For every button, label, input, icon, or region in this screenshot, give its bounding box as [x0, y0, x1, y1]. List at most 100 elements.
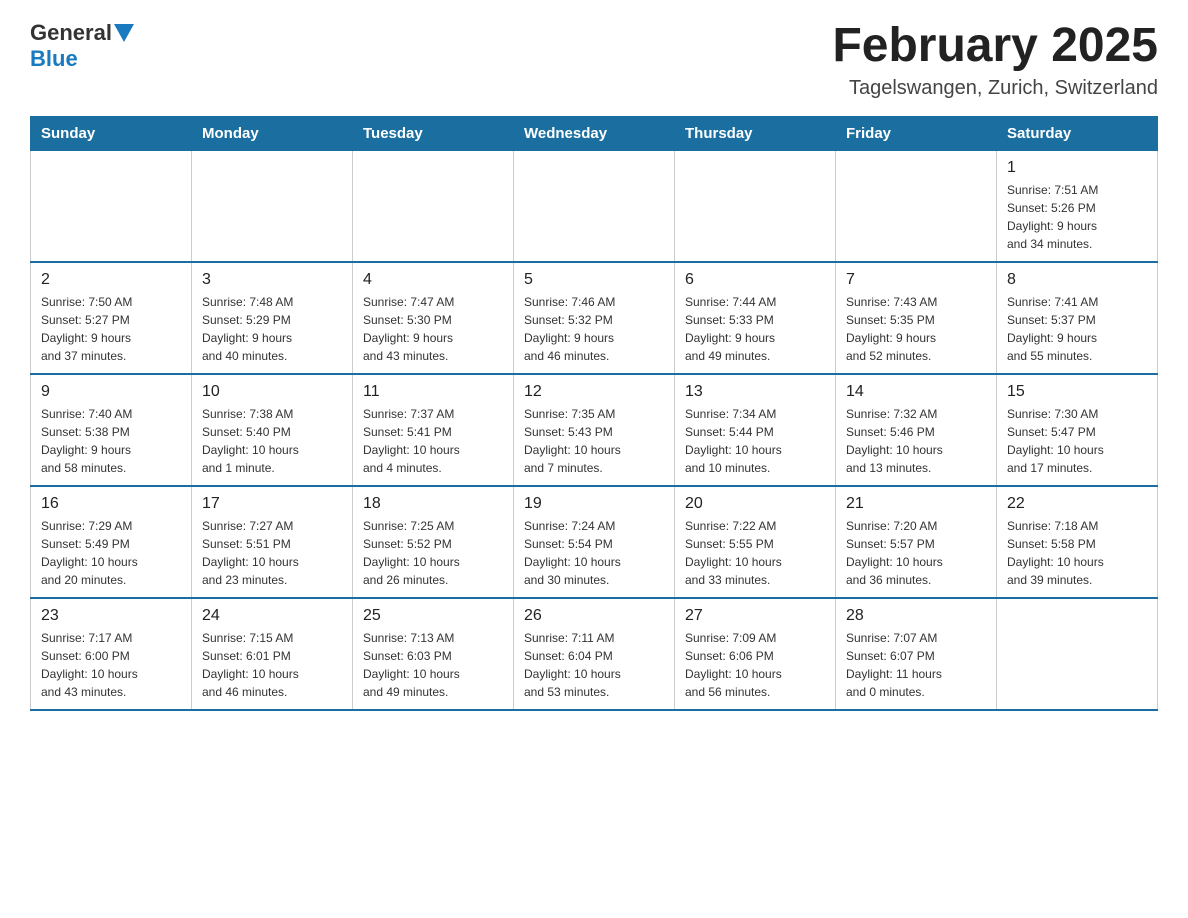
logo-blue: Blue [30, 46, 78, 71]
day-header-friday: Friday [836, 116, 997, 150]
calendar-week-row: 23 Sunrise: 7:17 AM Sunset: 6:00 PM Dayli… [31, 598, 1158, 710]
day-info: Sunrise: 7:29 AM Sunset: 5:49 PM Dayligh… [41, 517, 181, 589]
calendar-cell: 16 Sunrise: 7:29 AM Sunset: 5:49 PM Dayli… [31, 486, 192, 598]
day-info: Sunrise: 7:38 AM Sunset: 5:40 PM Dayligh… [202, 405, 342, 477]
calendar-cell: 12 Sunrise: 7:35 AM Sunset: 5:43 PM Dayli… [514, 374, 675, 486]
day-info: Sunrise: 7:48 AM Sunset: 5:29 PM Dayligh… [202, 293, 342, 365]
day-number: 18 [363, 495, 503, 513]
day-info: Sunrise: 7:35 AM Sunset: 5:43 PM Dayligh… [524, 405, 664, 477]
calendar-cell: 24 Sunrise: 7:15 AM Sunset: 6:01 PM Dayli… [192, 598, 353, 710]
day-number: 17 [202, 495, 342, 513]
day-header-thursday: Thursday [675, 116, 836, 150]
day-header-wednesday: Wednesday [514, 116, 675, 150]
day-info: Sunrise: 7:18 AM Sunset: 5:58 PM Dayligh… [1007, 517, 1147, 589]
calendar-cell [514, 150, 675, 262]
calendar-cell: 11 Sunrise: 7:37 AM Sunset: 5:41 PM Dayli… [353, 374, 514, 486]
calendar-header: SundayMondayTuesdayWednesdayThursdayFrid… [31, 116, 1158, 150]
day-number: 22 [1007, 495, 1147, 513]
day-info: Sunrise: 7:24 AM Sunset: 5:54 PM Dayligh… [524, 517, 664, 589]
day-number: 8 [1007, 271, 1147, 289]
day-info: Sunrise: 7:37 AM Sunset: 5:41 PM Dayligh… [363, 405, 503, 477]
calendar-cell [31, 150, 192, 262]
title-section: February 2025 Tagelswangen, Zurich, Swit… [832, 20, 1158, 100]
calendar-cell: 9 Sunrise: 7:40 AM Sunset: 5:38 PM Daylig… [31, 374, 192, 486]
day-number: 3 [202, 271, 342, 289]
calendar-cell: 25 Sunrise: 7:13 AM Sunset: 6:03 PM Dayli… [353, 598, 514, 710]
day-info: Sunrise: 7:34 AM Sunset: 5:44 PM Dayligh… [685, 405, 825, 477]
calendar-cell: 22 Sunrise: 7:18 AM Sunset: 5:58 PM Dayli… [997, 486, 1158, 598]
day-number: 24 [202, 607, 342, 625]
calendar-cell [353, 150, 514, 262]
day-number: 26 [524, 607, 664, 625]
day-number: 15 [1007, 383, 1147, 401]
calendar-cell: 17Sunrise: 7:27 AM Sunset: 5:51 PM Dayli… [192, 486, 353, 598]
day-info: Sunrise: 7:44 AM Sunset: 5:33 PM Dayligh… [685, 293, 825, 365]
day-number: 9 [41, 383, 181, 401]
calendar-cell: 27 Sunrise: 7:09 AM Sunset: 6:06 PM Dayli… [675, 598, 836, 710]
day-info: Sunrise: 7:43 AM Sunset: 5:35 PM Dayligh… [846, 293, 986, 365]
logo-triangle-icon [114, 24, 134, 42]
day-info: Sunrise: 7:41 AM Sunset: 5:37 PM Dayligh… [1007, 293, 1147, 365]
calendar-cell: 20 Sunrise: 7:22 AM Sunset: 5:55 PM Dayli… [675, 486, 836, 598]
day-number: 5 [524, 271, 664, 289]
calendar-week-row: 1 Sunrise: 7:51 AM Sunset: 5:26 PM Daylig… [31, 150, 1158, 262]
day-number: 11 [363, 383, 503, 401]
calendar-cell: 7 Sunrise: 7:43 AM Sunset: 5:35 PM Daylig… [836, 262, 997, 374]
day-number: 28 [846, 607, 986, 625]
day-info: Sunrise: 7:13 AM Sunset: 6:03 PM Dayligh… [363, 629, 503, 701]
day-number: 23 [41, 607, 181, 625]
day-number: 6 [685, 271, 825, 289]
calendar-cell [675, 150, 836, 262]
day-info: Sunrise: 7:09 AM Sunset: 6:06 PM Dayligh… [685, 629, 825, 701]
day-info: Sunrise: 7:20 AM Sunset: 5:57 PM Dayligh… [846, 517, 986, 589]
day-info: Sunrise: 7:07 AM Sunset: 6:07 PM Dayligh… [846, 629, 986, 701]
day-info: Sunrise: 7:22 AM Sunset: 5:55 PM Dayligh… [685, 517, 825, 589]
calendar-cell [192, 150, 353, 262]
day-info: Sunrise: 7:40 AM Sunset: 5:38 PM Dayligh… [41, 405, 181, 477]
day-number: 20 [685, 495, 825, 513]
day-number: 16 [41, 495, 181, 513]
day-number: 4 [363, 271, 503, 289]
calendar-body: 1 Sunrise: 7:51 AM Sunset: 5:26 PM Daylig… [31, 150, 1158, 710]
day-info: Sunrise: 7:15 AM Sunset: 6:01 PM Dayligh… [202, 629, 342, 701]
logo-general: General [30, 20, 112, 46]
month-title: February 2025 [832, 20, 1158, 73]
day-info: Sunrise: 7:32 AM Sunset: 5:46 PM Dayligh… [846, 405, 986, 477]
calendar-cell [997, 598, 1158, 710]
logo: General Blue [30, 20, 136, 72]
calendar-cell: 4 Sunrise: 7:47 AM Sunset: 5:30 PM Daylig… [353, 262, 514, 374]
calendar-cell: 5Sunrise: 7:46 AM Sunset: 5:32 PM Daylig… [514, 262, 675, 374]
calendar-cell: 10 Sunrise: 7:38 AM Sunset: 5:40 PM Dayli… [192, 374, 353, 486]
calendar-cell: 3 Sunrise: 7:48 AM Sunset: 5:29 PM Daylig… [192, 262, 353, 374]
calendar-table: SundayMondayTuesdayWednesdayThursdayFrid… [30, 116, 1158, 711]
day-number: 14 [846, 383, 986, 401]
day-number: 7 [846, 271, 986, 289]
calendar-cell: 19Sunrise: 7:24 AM Sunset: 5:54 PM Dayli… [514, 486, 675, 598]
day-number: 1 [1007, 159, 1147, 177]
calendar-cell: 15Sunrise: 7:30 AM Sunset: 5:47 PM Dayli… [997, 374, 1158, 486]
day-number: 2 [41, 271, 181, 289]
day-number: 27 [685, 607, 825, 625]
calendar-cell: 28 Sunrise: 7:07 AM Sunset: 6:07 PM Dayli… [836, 598, 997, 710]
calendar-week-row: 2 Sunrise: 7:50 AM Sunset: 5:27 PM Daylig… [31, 262, 1158, 374]
day-number: 25 [363, 607, 503, 625]
day-number: 10 [202, 383, 342, 401]
day-info: Sunrise: 7:17 AM Sunset: 6:00 PM Dayligh… [41, 629, 181, 701]
day-number: 13 [685, 383, 825, 401]
calendar-cell: 2 Sunrise: 7:50 AM Sunset: 5:27 PM Daylig… [31, 262, 192, 374]
calendar-cell: 8 Sunrise: 7:41 AM Sunset: 5:37 PM Daylig… [997, 262, 1158, 374]
calendar-cell: 18 Sunrise: 7:25 AM Sunset: 5:52 PM Dayli… [353, 486, 514, 598]
days-of-week-row: SundayMondayTuesdayWednesdayThursdayFrid… [31, 116, 1158, 150]
day-info: Sunrise: 7:50 AM Sunset: 5:27 PM Dayligh… [41, 293, 181, 365]
day-info: Sunrise: 7:11 AM Sunset: 6:04 PM Dayligh… [524, 629, 664, 701]
day-header-monday: Monday [192, 116, 353, 150]
day-header-saturday: Saturday [997, 116, 1158, 150]
day-info: Sunrise: 7:25 AM Sunset: 5:52 PM Dayligh… [363, 517, 503, 589]
calendar-cell: 6 Sunrise: 7:44 AM Sunset: 5:33 PM Daylig… [675, 262, 836, 374]
calendar-cell: 1 Sunrise: 7:51 AM Sunset: 5:26 PM Daylig… [997, 150, 1158, 262]
day-info: Sunrise: 7:47 AM Sunset: 5:30 PM Dayligh… [363, 293, 503, 365]
day-number: 12 [524, 383, 664, 401]
day-info: Sunrise: 7:51 AM Sunset: 5:26 PM Dayligh… [1007, 181, 1147, 253]
day-header-sunday: Sunday [31, 116, 192, 150]
calendar-cell: 14 Sunrise: 7:32 AM Sunset: 5:46 PM Dayli… [836, 374, 997, 486]
